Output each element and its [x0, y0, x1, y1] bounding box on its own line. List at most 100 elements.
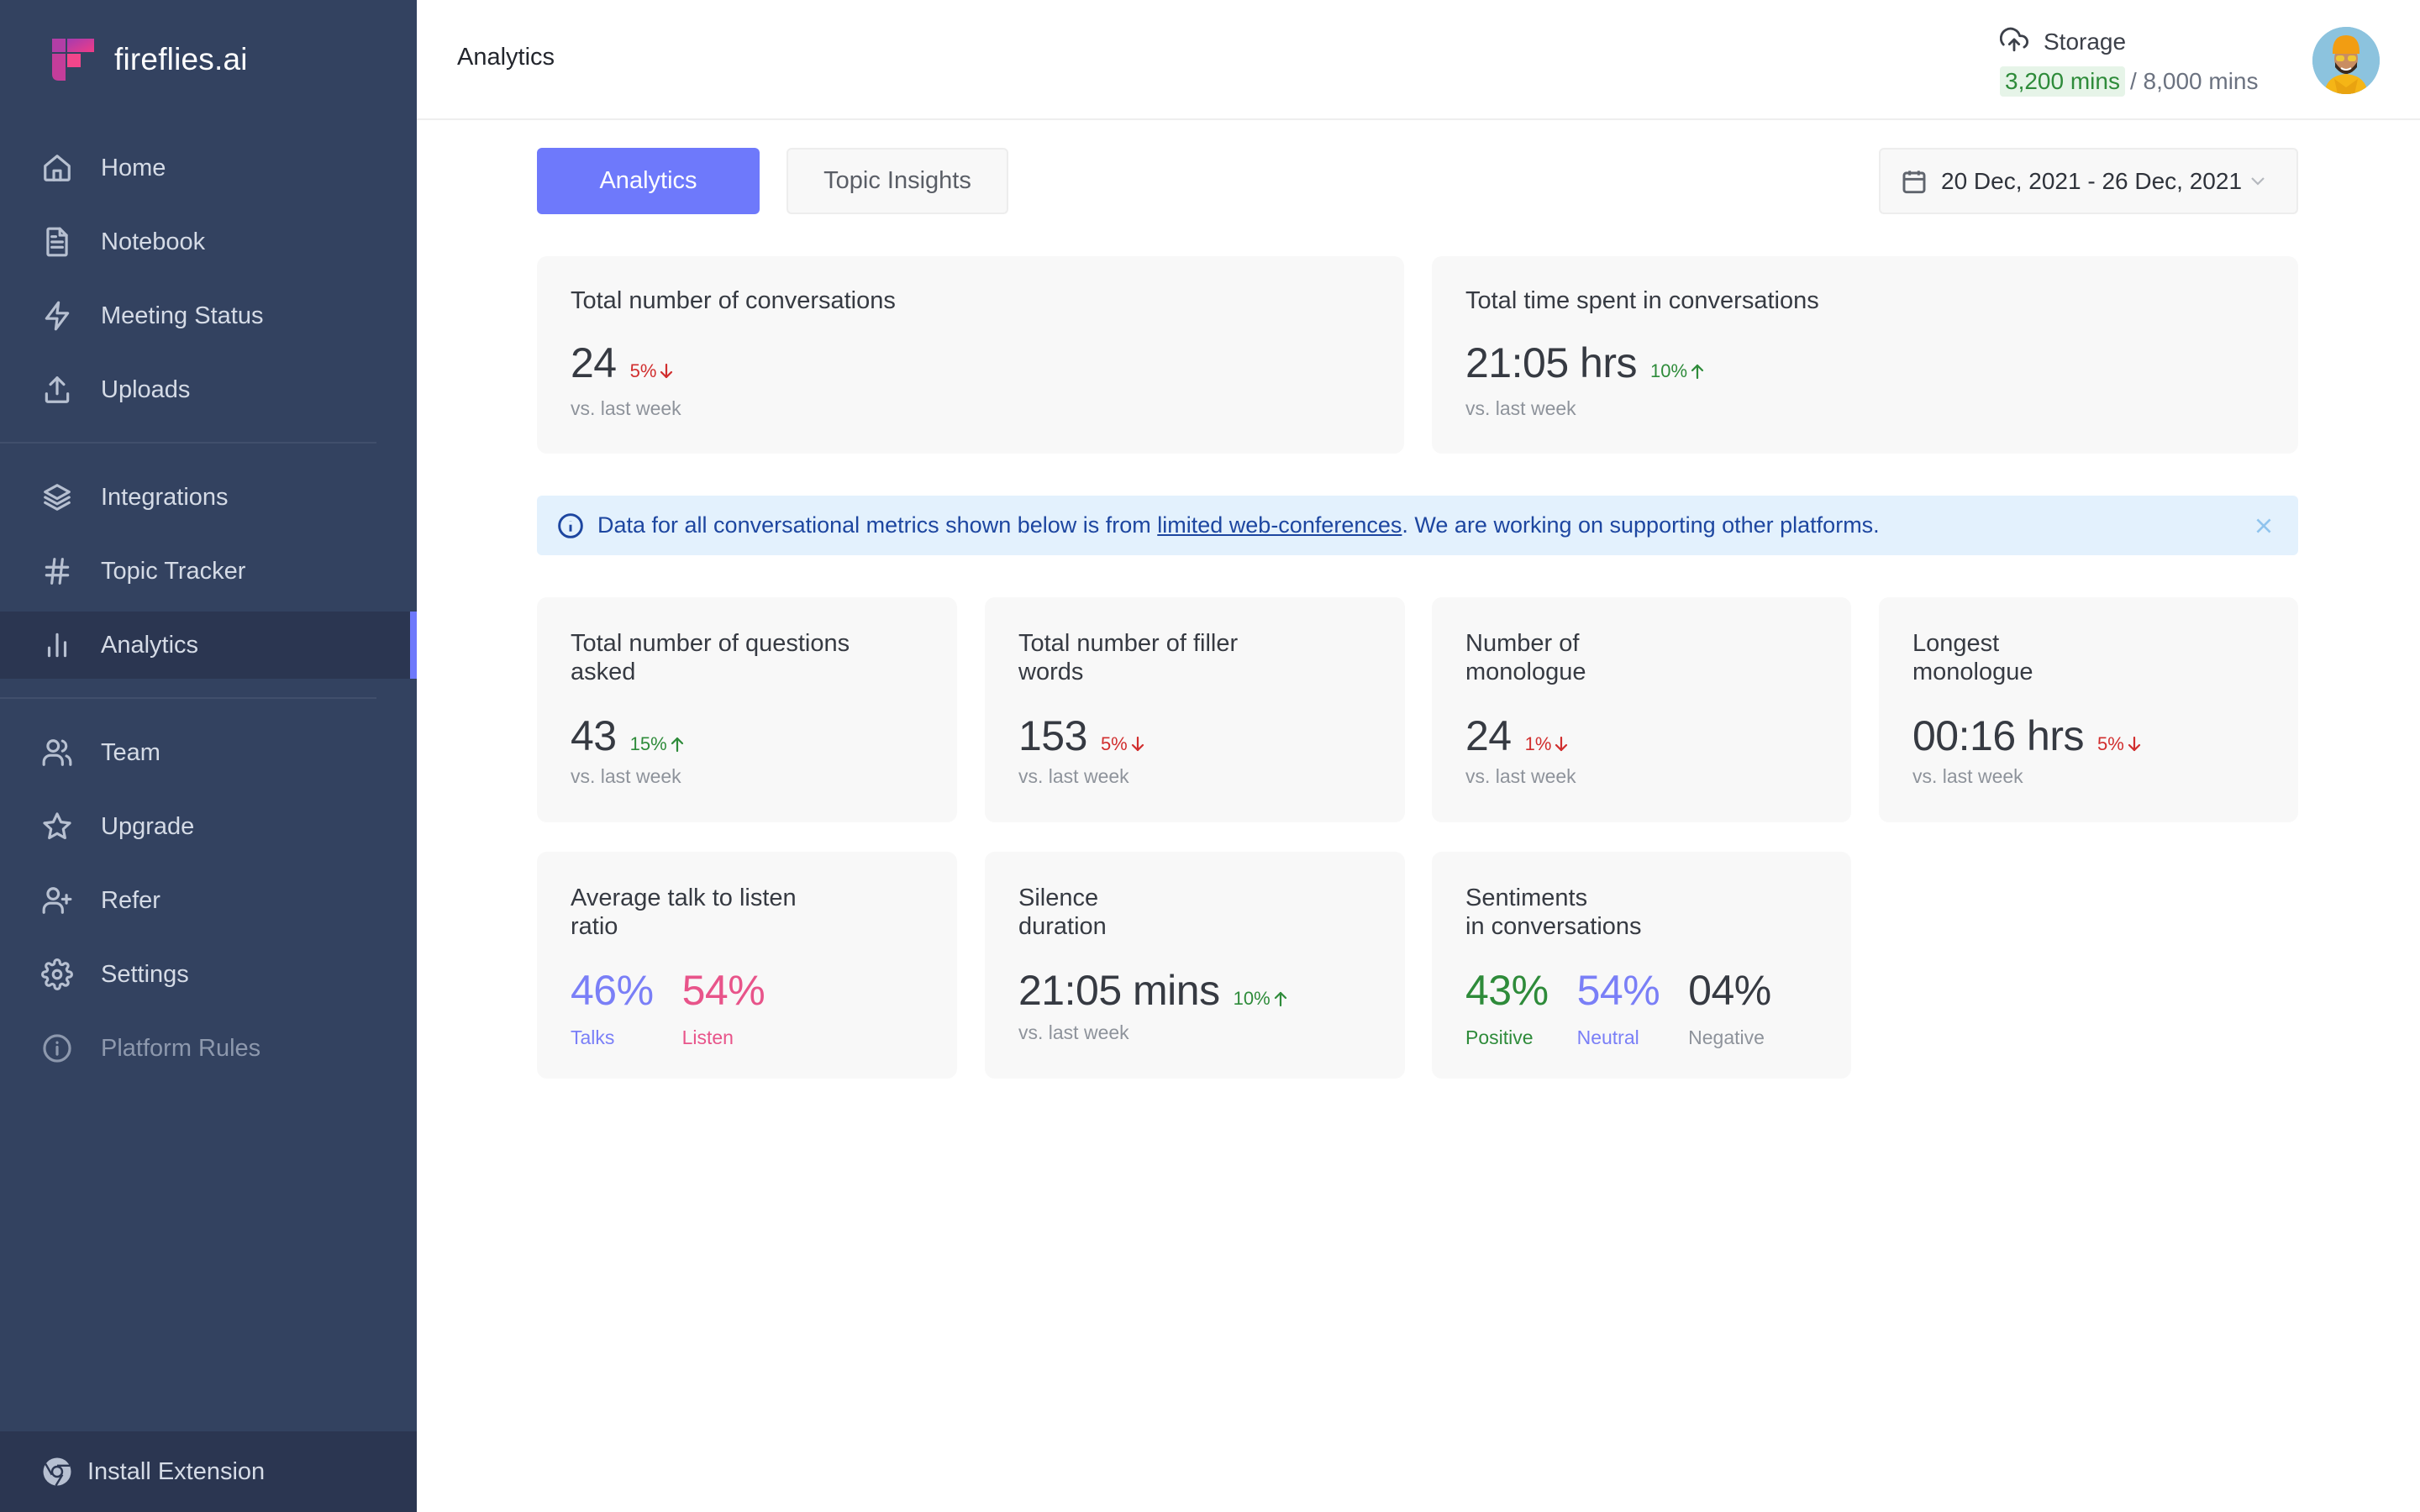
user-plus-icon [40, 884, 74, 917]
card-subtext: vs. last week [571, 397, 681, 419]
install-extension-button[interactable]: Install Extension [0, 1431, 417, 1512]
positive-label: Positive [1465, 1026, 1534, 1048]
positive-stat: 43% Positive [1465, 966, 1549, 1049]
card-subtext: vs. last week [1912, 765, 2023, 787]
card-subtext: vs. last week [1465, 397, 1576, 419]
sidebar-item-uploads[interactable]: Uploads [0, 356, 417, 423]
card-silence-duration: Silence duration 21:05 mins 10% vs. last … [985, 852, 1405, 1079]
card-questions-asked: Total number of questions asked 43 15% vs… [537, 597, 957, 822]
neutral-stat: 54% Neutral [1577, 966, 1660, 1049]
sidebar-item-label: Team [101, 738, 160, 766]
banner-text: Data for all conversational metrics show… [597, 512, 1158, 538]
change-percent: 5% [2096, 733, 2124, 754]
sidebar-item-label: Uploads [101, 375, 191, 403]
install-extension-label: Install Extension [87, 1457, 266, 1485]
card-value: 00:16 hrs [1912, 712, 2084, 759]
hash-icon [40, 554, 74, 588]
calendar-icon [1901, 168, 1928, 195]
card-subtext: vs. last week [1018, 765, 1129, 787]
cloud-upload-icon [1999, 25, 2028, 58]
change-indicator: 15% [630, 733, 685, 755]
date-range-value: 20 Dec, 2021 - 26 Dec, 2021 [1941, 167, 2243, 194]
sidebar-item-settings[interactable]: Settings [0, 941, 417, 1008]
brand-logo[interactable]: fireflies.ai [52, 39, 248, 81]
home-icon [40, 151, 74, 185]
change-indicator: 5% [1101, 733, 1145, 755]
lightning-icon [40, 299, 74, 333]
sidebar-item-team[interactable]: Team [0, 719, 417, 786]
change-percent: 10% [1233, 988, 1270, 1009]
card-subtext: vs. last week [571, 765, 681, 787]
storage-indicator: Storage 3,200 mins / 8,000 mins [1999, 25, 2259, 97]
card-title: Average talk to listen ratio [571, 885, 797, 940]
storage-used: 3,200 mins [2000, 66, 2125, 97]
info-icon [40, 1032, 74, 1065]
sidebar-item-label: Upgrade [101, 812, 195, 840]
chrome-icon [42, 1457, 72, 1487]
sidebar-item-home[interactable]: Home [0, 134, 417, 202]
card-value: 21:05 hrs [1465, 339, 1637, 386]
sidebar-item-upgrade[interactable]: Upgrade [0, 793, 417, 860]
limited-web-conferences-link[interactable]: limited web-conferences [1157, 512, 1402, 538]
change-percent: 1% [1524, 733, 1552, 754]
sidebar-item-label: Meeting Status [101, 302, 264, 329]
sidebar-item-label: Integrations [101, 483, 229, 511]
arrow-down-icon [1555, 736, 1568, 752]
listen-label: Listen [681, 1026, 734, 1048]
negative-stat: 04% Negative [1688, 966, 1771, 1049]
chevron-down-icon [2248, 171, 2268, 192]
arrow-down-icon [1131, 736, 1144, 752]
card-value: 153 [1018, 712, 1087, 759]
sidebar-item-analytics[interactable]: Analytics [0, 612, 417, 679]
storage-label: Storage [2044, 28, 2127, 55]
sidebar-item-meeting-status[interactable]: Meeting Status [0, 282, 417, 349]
card-value: 24 [571, 339, 617, 386]
notebook-icon [40, 225, 74, 259]
close-icon[interactable] [2253, 515, 2275, 537]
date-range-picker[interactable]: 20 Dec, 2021 - 26 Dec, 2021 [1879, 148, 2298, 214]
change-indicator: 5% [2097, 733, 2142, 755]
talks-stat: 46% Talks [571, 966, 654, 1049]
listen-stat: 54% Listen [682, 966, 765, 1049]
card-title: Total number of filler words [1018, 630, 1239, 685]
sidebar-item-label: Refer [101, 886, 160, 914]
page-title: Analytics [457, 44, 555, 71]
card-value: 43 [571, 712, 617, 759]
tab-topic-insights[interactable]: Topic Insights [786, 148, 1008, 214]
neutral-label: Neutral [1576, 1026, 1639, 1048]
user-avatar[interactable] [2312, 27, 2380, 94]
top-header: Analytics Storage 3,200 mins / 8,000 min… [417, 0, 2420, 120]
gear-icon [40, 958, 74, 991]
card-value: 24 [1465, 712, 1512, 759]
arrow-down-icon [660, 363, 673, 379]
arrow-up-icon [1691, 364, 1704, 380]
sidebar-item-platform-rules[interactable]: Platform Rules [0, 1015, 417, 1082]
team-icon [40, 736, 74, 769]
card-title: Total number of conversations [571, 287, 896, 314]
brand-name: fireflies.ai [114, 42, 248, 76]
negative-label: Negative [1688, 1026, 1765, 1048]
change-percent: 5% [1100, 733, 1128, 754]
sidebar-item-label: Home [101, 154, 166, 181]
tab-analytics[interactable]: Analytics [537, 148, 760, 214]
layers-icon [40, 480, 74, 514]
banner-message: Data for all conversational metrics show… [597, 512, 1880, 538]
app-root: fireflies.ai Home Notebook Meeting Statu… [0, 0, 2420, 1512]
banner-text: . We are working on supporting other pla… [1402, 512, 1880, 538]
talks-percent: 46% [571, 967, 654, 1014]
storage-total: / 8,000 mins [2129, 68, 2259, 94]
sidebar-item-label: Analytics [101, 631, 199, 659]
arrow-up-icon [1274, 991, 1286, 1007]
arrow-up-icon [671, 737, 683, 753]
sidebar-item-integrations[interactable]: Integrations [0, 464, 417, 531]
sidebar-item-refer[interactable]: Refer [0, 867, 417, 934]
card-title: Silence duration [1018, 885, 1107, 940]
sidebar-divider [0, 442, 376, 444]
info-icon [557, 512, 584, 539]
card-total-conversations: Total number of conversations 24 5% vs. … [537, 256, 1404, 454]
sidebar-item-topic-tracker[interactable]: Topic Tracker [0, 538, 417, 605]
card-talk-listen-ratio: Average talk to listen ratio 46% Talks 54… [537, 852, 957, 1079]
sidebar-item-notebook[interactable]: Notebook [0, 208, 417, 276]
listen-percent: 54% [681, 967, 765, 1014]
card-total-time: Total time spent in conversations 21:05 … [1432, 256, 2298, 454]
